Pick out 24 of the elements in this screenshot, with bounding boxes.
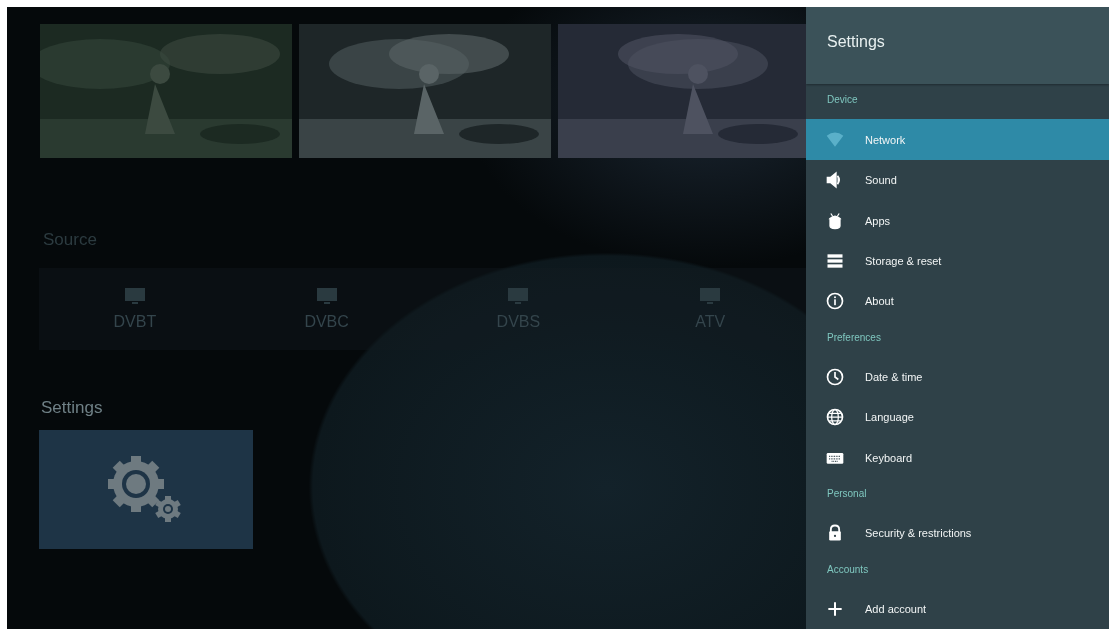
tv-icon	[699, 287, 722, 305]
tv-icon	[123, 287, 146, 305]
section-header: Personal	[826, 487, 868, 502]
settings-item[interactable]: About	[806, 281, 1109, 322]
settings-item[interactable]: Sound	[806, 159, 1109, 201]
settings-item[interactable]: Add account	[806, 588, 1109, 629]
settings-item[interactable]: Security & restrictions	[806, 513, 1109, 554]
settings-item[interactable]: Apps	[806, 200, 1109, 241]
section-header: Preferences	[826, 330, 882, 345]
settings-tile[interactable]	[39, 430, 253, 549]
clock-icon	[825, 366, 845, 387]
globe-icon	[825, 407, 845, 428]
tv-icon	[315, 287, 338, 305]
settings-item[interactable]: Language	[806, 397, 1109, 438]
panel-title: Settings	[806, 7, 1109, 85]
settings-item[interactable]: Storage & reset	[806, 240, 1109, 282]
settings-item[interactable]: Date & time	[806, 356, 1109, 398]
section-header: Device	[826, 93, 859, 108]
section-title: Settings	[41, 398, 104, 418]
settings-item[interactable]: Network	[806, 119, 1109, 160]
section-header: Accounts	[826, 562, 870, 577]
info-icon	[825, 291, 845, 312]
tv-icon	[507, 287, 530, 305]
settings-item[interactable]: Keyboard	[806, 437, 1109, 479]
